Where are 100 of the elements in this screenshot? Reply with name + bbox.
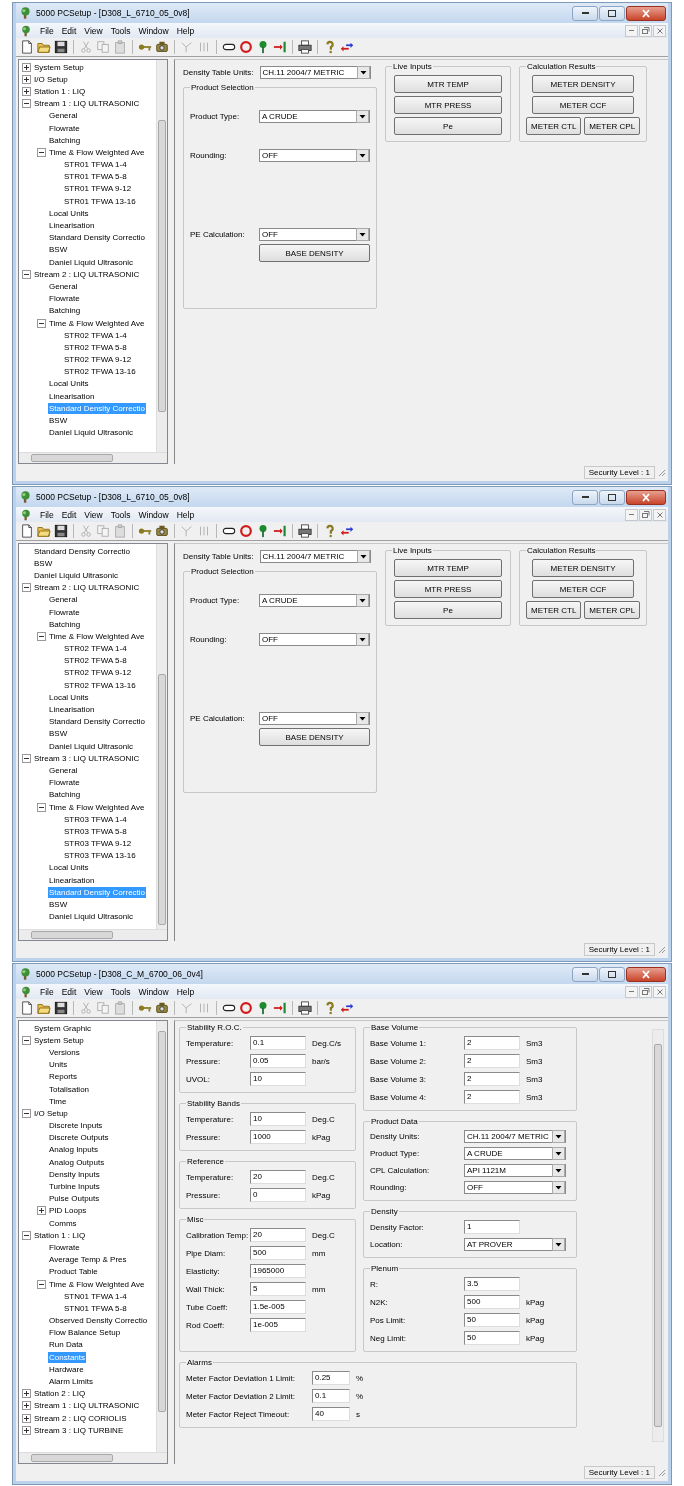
- menu-item[interactable]: Window: [138, 509, 169, 520]
- result-button[interactable]: METER CCF: [532, 580, 635, 598]
- close-button[interactable]: [626, 5, 666, 21]
- tree-item[interactable]: Linearisation: [48, 874, 96, 886]
- minus-box-icon[interactable]: [22, 1108, 31, 1118]
- tree-item[interactable]: System Graphic: [33, 1022, 92, 1034]
- maximize-button[interactable]: [599, 966, 625, 982]
- tree-item[interactable]: Local Units: [48, 691, 90, 703]
- tree-item[interactable]: Station 1 : LIQ: [33, 85, 87, 97]
- minus-box-icon[interactable]: [22, 1035, 31, 1045]
- tree-item[interactable]: Daniel Liquid Ultrasonic: [48, 427, 135, 439]
- input-field[interactable]: 500: [250, 1246, 306, 1260]
- tree-item[interactable]: Local Units: [48, 378, 90, 390]
- tree-item[interactable]: Observed Density Correctio: [48, 1315, 149, 1327]
- ring-icon[interactable]: [239, 40, 253, 54]
- device-icon[interactable]: [155, 1001, 169, 1015]
- tree-item[interactable]: Linearisation: [48, 390, 96, 402]
- ring-icon[interactable]: [239, 524, 253, 538]
- tree-item[interactable]: Pulse Outputs: [48, 1193, 101, 1205]
- tree-item[interactable]: Stream 2 : LIQ ULTRASONIC: [33, 268, 141, 280]
- tree-item[interactable]: Flowrate: [48, 293, 81, 305]
- tree-item[interactable]: BSW: [48, 899, 69, 911]
- tree-item[interactable]: General: [48, 110, 79, 122]
- tree-item[interactable]: Time & Flow Weighted Ave: [48, 801, 146, 813]
- maximize-button[interactable]: [599, 489, 625, 505]
- printer-icon[interactable]: [298, 40, 312, 54]
- tree-item[interactable]: Flowrate: [48, 606, 81, 618]
- tree-item[interactable]: BSW: [48, 244, 69, 256]
- menu-item[interactable]: Edit: [61, 509, 77, 520]
- plus-box-icon[interactable]: [22, 1389, 31, 1399]
- plus-box-icon[interactable]: [22, 86, 31, 96]
- menu-item[interactable]: Window: [138, 986, 169, 997]
- new-document-icon[interactable]: [20, 1001, 34, 1015]
- dropdown[interactable]: A CRUDE: [259, 594, 370, 607]
- maximize-button[interactable]: [599, 5, 625, 21]
- plus-box-icon[interactable]: [37, 1206, 46, 1216]
- dropdown[interactable]: OFF: [259, 228, 370, 241]
- tree-item[interactable]: BSW: [48, 728, 69, 740]
- tree-item[interactable]: Turbine Inputs: [48, 1181, 101, 1193]
- tree-item[interactable]: Time & Flow Weighted Ave: [48, 630, 146, 642]
- tree-item[interactable]: Daniel Liquid Ultrasonic: [48, 911, 135, 923]
- input-field[interactable]: 0.1: [312, 1389, 350, 1403]
- tree-item[interactable]: Batching: [48, 618, 82, 630]
- tree-item[interactable]: Batching: [48, 134, 82, 146]
- minus-box-icon[interactable]: [37, 147, 46, 157]
- menu-item[interactable]: Tools: [110, 25, 131, 36]
- plus-box-icon[interactable]: [22, 1401, 31, 1411]
- input-field[interactable]: 1e-005: [250, 1318, 306, 1332]
- dropdown[interactable]: OFF: [259, 149, 370, 162]
- result-button[interactable]: METER CTL: [526, 601, 582, 619]
- open-folder-icon[interactable]: [37, 1001, 51, 1015]
- dropdown[interactable]: OFF: [259, 712, 370, 725]
- tree-item[interactable]: Time & Flow Weighted Ave: [48, 146, 146, 158]
- tree-item[interactable]: STR02 TFWA 13-16: [63, 366, 137, 378]
- result-button[interactable]: METER DENSITY: [532, 559, 635, 577]
- input-field[interactable]: 2: [464, 1036, 520, 1050]
- arrow-to-bar-icon[interactable]: [273, 1001, 287, 1015]
- input-field[interactable]: 1.5e-005: [250, 1300, 306, 1314]
- result-button[interactable]: METER DENSITY: [532, 75, 635, 93]
- tree-item[interactable]: STR03 TFWA 1-4: [63, 813, 128, 825]
- tree-item[interactable]: STR01 TFWA 1-4: [63, 159, 128, 171]
- tree-item[interactable]: Alarm Limits: [48, 1376, 94, 1388]
- tree-item[interactable]: Standard Density Correctio: [48, 232, 147, 244]
- vertical-scrollbar[interactable]: [156, 544, 167, 929]
- tree-item[interactable]: Stream 2 : LIQ CORIOLIS: [33, 1412, 128, 1424]
- resize-grip-icon[interactable]: [657, 1468, 666, 1477]
- input-field[interactable]: 0: [250, 1188, 306, 1202]
- plus-box-icon[interactable]: [22, 74, 31, 84]
- arrow-to-bar-icon[interactable]: [273, 40, 287, 54]
- minimize-button[interactable]: [572, 489, 598, 505]
- arrow-to-bar-icon[interactable]: [273, 524, 287, 538]
- tree-item[interactable]: General: [48, 280, 79, 292]
- printer-icon[interactable]: [298, 1001, 312, 1015]
- live-input-button[interactable]: MTR PRESS: [394, 96, 502, 114]
- tree-item[interactable]: Stream 2 : LIQ ULTRASONIC: [33, 582, 141, 594]
- input-field[interactable]: 50: [464, 1313, 520, 1327]
- input-field[interactable]: 20: [250, 1170, 306, 1184]
- tree-item[interactable]: Discrete Inputs: [48, 1120, 104, 1132]
- tree-item[interactable]: Time & Flow Weighted Ave: [48, 1278, 146, 1290]
- dropdown[interactable]: API 1121M: [464, 1164, 566, 1177]
- plus-box-icon[interactable]: [22, 1425, 31, 1435]
- tree-item[interactable]: Local Units: [48, 207, 90, 219]
- new-document-icon[interactable]: [20, 524, 34, 538]
- menu-item[interactable]: File: [40, 25, 54, 36]
- tree-item[interactable]: Reports: [48, 1071, 78, 1083]
- tree-item[interactable]: General: [48, 594, 79, 606]
- minimize-button[interactable]: [572, 966, 598, 982]
- tree-item[interactable]: STR03 TFWA 5-8: [63, 825, 128, 837]
- tree-item[interactable]: Stream 3 : LIQ ULTRASONIC: [33, 752, 141, 764]
- device-icon[interactable]: [155, 40, 169, 54]
- vertical-scrollbar[interactable]: [652, 1029, 664, 1442]
- result-button[interactable]: METER CTL: [526, 117, 582, 135]
- restore-button[interactable]: [639, 24, 652, 37]
- new-document-icon[interactable]: [20, 40, 34, 54]
- close-button[interactable]: [626, 966, 666, 982]
- horizontal-scrollbar[interactable]: [19, 1452, 167, 1463]
- tree-item[interactable]: Analog Outputs: [48, 1156, 106, 1168]
- device-icon[interactable]: [155, 524, 169, 538]
- menu-item[interactable]: Tools: [110, 509, 131, 520]
- vertical-scrollbar[interactable]: [156, 1021, 167, 1452]
